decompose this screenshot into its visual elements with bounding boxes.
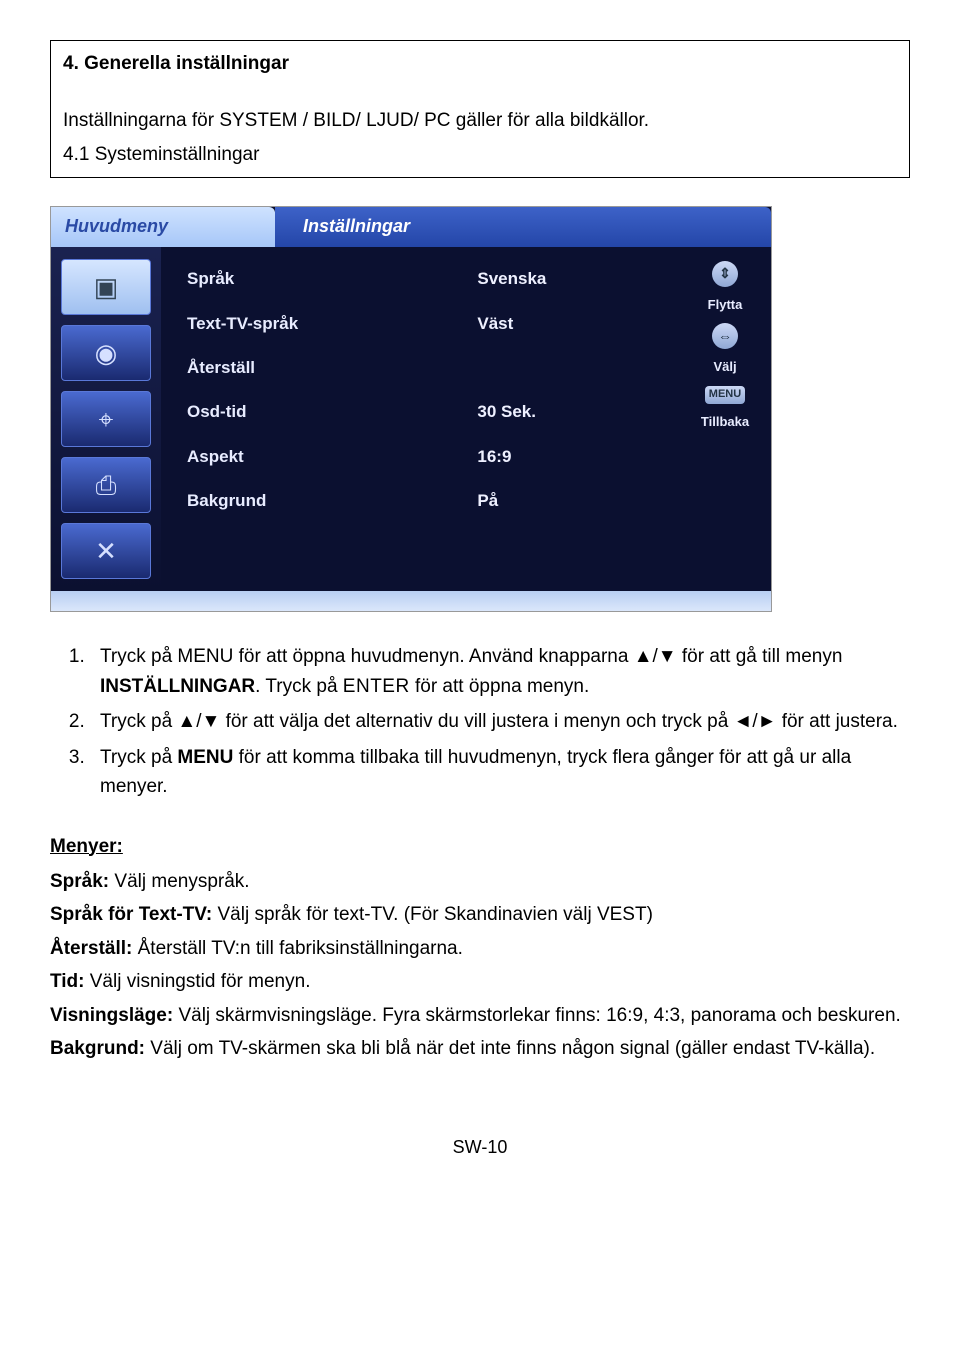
nav-back-label: Tillbaka	[701, 412, 749, 432]
tv-sidebar: ▣ ◉ ⌖ ⎙ ✕	[51, 247, 161, 591]
tv-footer-bar	[51, 591, 771, 611]
tv-main: SpråkSvenska Text-TV-språkVäst Återställ…	[161, 247, 679, 591]
tv-icon-audio: ◉	[61, 325, 151, 381]
tv-icon-picture: ▣	[61, 259, 151, 315]
tv-row: Text-TV-språkVäst	[183, 302, 661, 346]
heading-main: 4. Generella inställningar	[63, 49, 897, 78]
nav-move-label: Flytta	[708, 295, 743, 315]
nav-leftright-icon: ⇔	[712, 323, 738, 349]
tv-row: Osd-tid30 Sek.	[183, 390, 661, 434]
intro-text: Inställningarna för SYSTEM / BILD/ LJUD/…	[63, 106, 897, 135]
tv-row: Återställ	[183, 346, 661, 390]
menyer-aterstall: Återställ: Återställ TV:n till fabriksin…	[50, 934, 910, 963]
menyer-visningslage: Visningsläge: Välj skärmvisningsläge. Fy…	[50, 1001, 910, 1030]
nav-updown-icon: ⇕	[712, 261, 738, 287]
tv-row: SpråkSvenska	[183, 257, 661, 301]
intro-box: 4. Generella inställningar Inställningar…	[50, 40, 910, 178]
tv-icon-channel: ⌖	[61, 391, 151, 447]
step-3: Tryck på MENU för att komma tillbaka til…	[90, 743, 910, 802]
menyer-bakgrund: Bakgrund: Välj om TV-skärmen ska bli blå…	[50, 1034, 910, 1063]
menyer-section: Menyer: Språk: Välj menyspråk. Språk för…	[50, 832, 910, 1064]
heading-sub: 4.1 Systeminställningar	[63, 140, 897, 169]
tv-header-left: Huvudmeny	[51, 207, 275, 247]
tv-row: BakgrundPå	[183, 479, 661, 523]
instructions-list: Tryck på MENU för att öppna huvudmenyn. …	[50, 642, 910, 801]
step-1: Tryck på MENU för att öppna huvudmenyn. …	[90, 642, 910, 701]
tv-header-right: Inställningar	[275, 207, 771, 247]
tv-row: Aspekt16:9	[183, 435, 661, 479]
menyer-sprak: Språk: Välj menyspråk.	[50, 867, 910, 896]
menyer-title: Menyer:	[50, 832, 910, 861]
menyer-tid: Tid: Välj visningstid för menyn.	[50, 967, 910, 996]
tv-screenshot: Huvudmeny Inställningar ▣ ◉ ⌖ ⎙ ✕ SpråkS…	[50, 206, 910, 612]
step-2: Tryck på ▲/▼ för att välja det alternati…	[90, 707, 910, 736]
tv-rightbar: ⇕ Flytta ⇔ Välj MENU Tillbaka	[679, 247, 771, 591]
nav-menu-icon: MENU	[705, 386, 745, 404]
tv-icon-settings: ✕	[61, 523, 151, 579]
page-number: SW-10	[50, 1134, 910, 1162]
menyer-texttv: Språk för Text-TV: Välj språk för text-T…	[50, 900, 910, 929]
nav-select-label: Välj	[713, 357, 736, 377]
tv-icon-print: ⎙	[61, 457, 151, 513]
